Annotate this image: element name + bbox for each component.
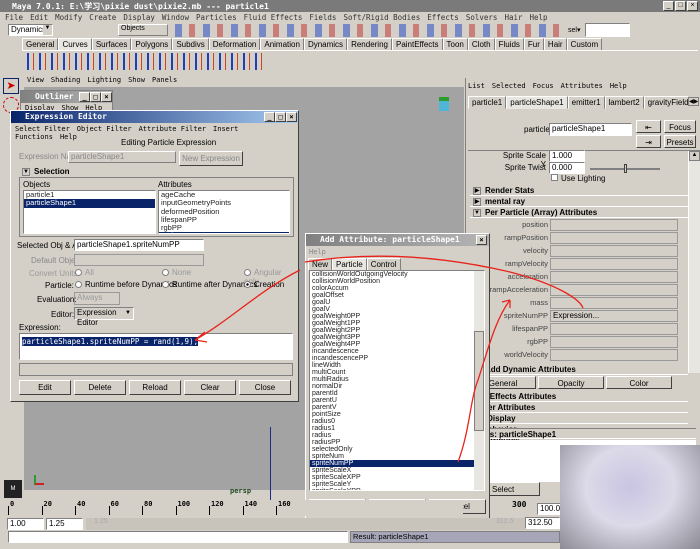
annotation-arrow-to-spritenumpp — [457, 299, 511, 463]
annotation-arrows — [194, 255, 584, 463]
annotation-arrow-to-expression — [194, 269, 301, 343]
annotation-curve-across — [304, 255, 584, 309]
